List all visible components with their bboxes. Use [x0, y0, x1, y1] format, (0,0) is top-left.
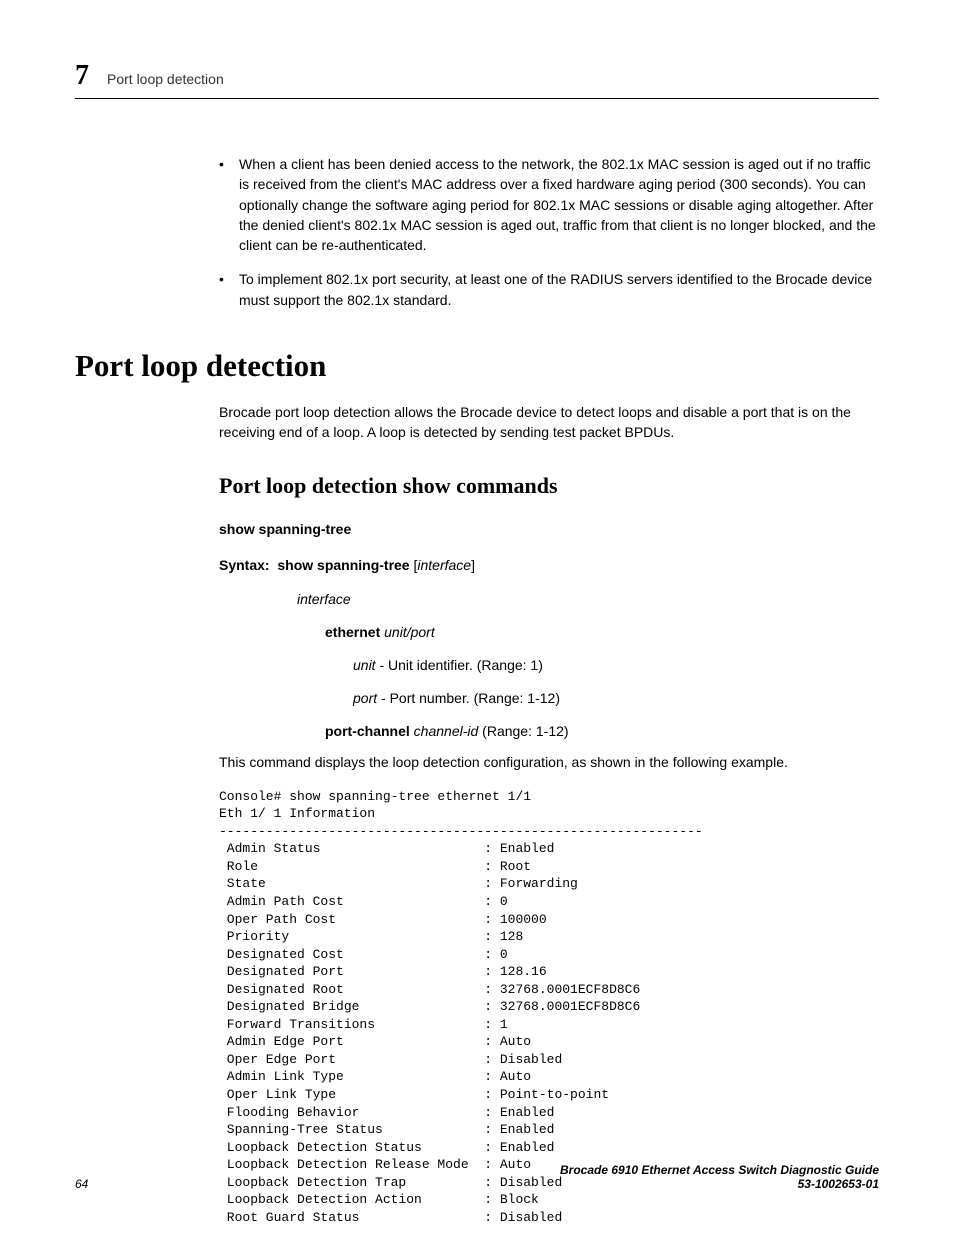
bullet-list: • When a client has been denied access t… [219, 154, 879, 310]
doc-id: 53-1002653-01 [560, 1177, 879, 1191]
doc-title: Brocade 6910 Ethernet Access Switch Diag… [560, 1163, 879, 1177]
param-ethernet-arg: unit/port [384, 624, 435, 640]
bullet-text: To implement 802.1x port security, at le… [239, 269, 879, 310]
param-unit-label: unit [353, 657, 376, 673]
command-name: show spanning-tree [219, 521, 879, 537]
bullet-icon: • [219, 154, 239, 255]
param-port-desc: - Port number. (Range: 1-12) [377, 690, 560, 706]
bullet-icon: • [219, 269, 239, 310]
list-item: • To implement 802.1x port security, at … [219, 269, 879, 310]
page-footer: 64 Brocade 6910 Ethernet Access Switch D… [75, 1163, 879, 1191]
console-output: Console# show spanning-tree ethernet 1/1… [219, 788, 879, 1227]
param-unit-desc: - Unit identifier. (Range: 1) [376, 657, 543, 673]
param-portchannel-arg: channel-id [414, 723, 479, 739]
param-port-label: port [353, 690, 377, 706]
syntax-argument: interface [417, 557, 471, 573]
page-number: 64 [75, 1177, 88, 1191]
param-portchannel-desc: (Range: 1-12) [478, 723, 568, 739]
chapter-number: 7 [75, 60, 89, 92]
subsection-heading: Port loop detection show commands [219, 473, 879, 499]
command-description: This command displays the loop detection… [219, 754, 879, 770]
command-syntax: Syntax: show spanning-tree [interface] [219, 557, 879, 573]
section-heading: Port loop detection [75, 348, 879, 384]
parameter-block: interface ethernet unit/port unit - Unit… [297, 589, 879, 742]
syntax-label: Syntax: [219, 557, 270, 573]
param-ethernet-keyword: ethernet [325, 624, 380, 640]
param-portchannel-keyword: port-channel [325, 723, 410, 739]
syntax-command: show spanning-tree [277, 557, 409, 573]
list-item: • When a client has been denied access t… [219, 154, 879, 255]
bullet-text: When a client has been denied access to … [239, 154, 879, 255]
running-title: Port loop detection [107, 71, 224, 87]
footer-doc-info: Brocade 6910 Ethernet Access Switch Diag… [560, 1163, 879, 1191]
section-intro: Brocade port loop detection allows the B… [219, 402, 879, 443]
param-interface: interface [297, 591, 351, 607]
page-header: 7 Port loop detection [75, 60, 879, 99]
